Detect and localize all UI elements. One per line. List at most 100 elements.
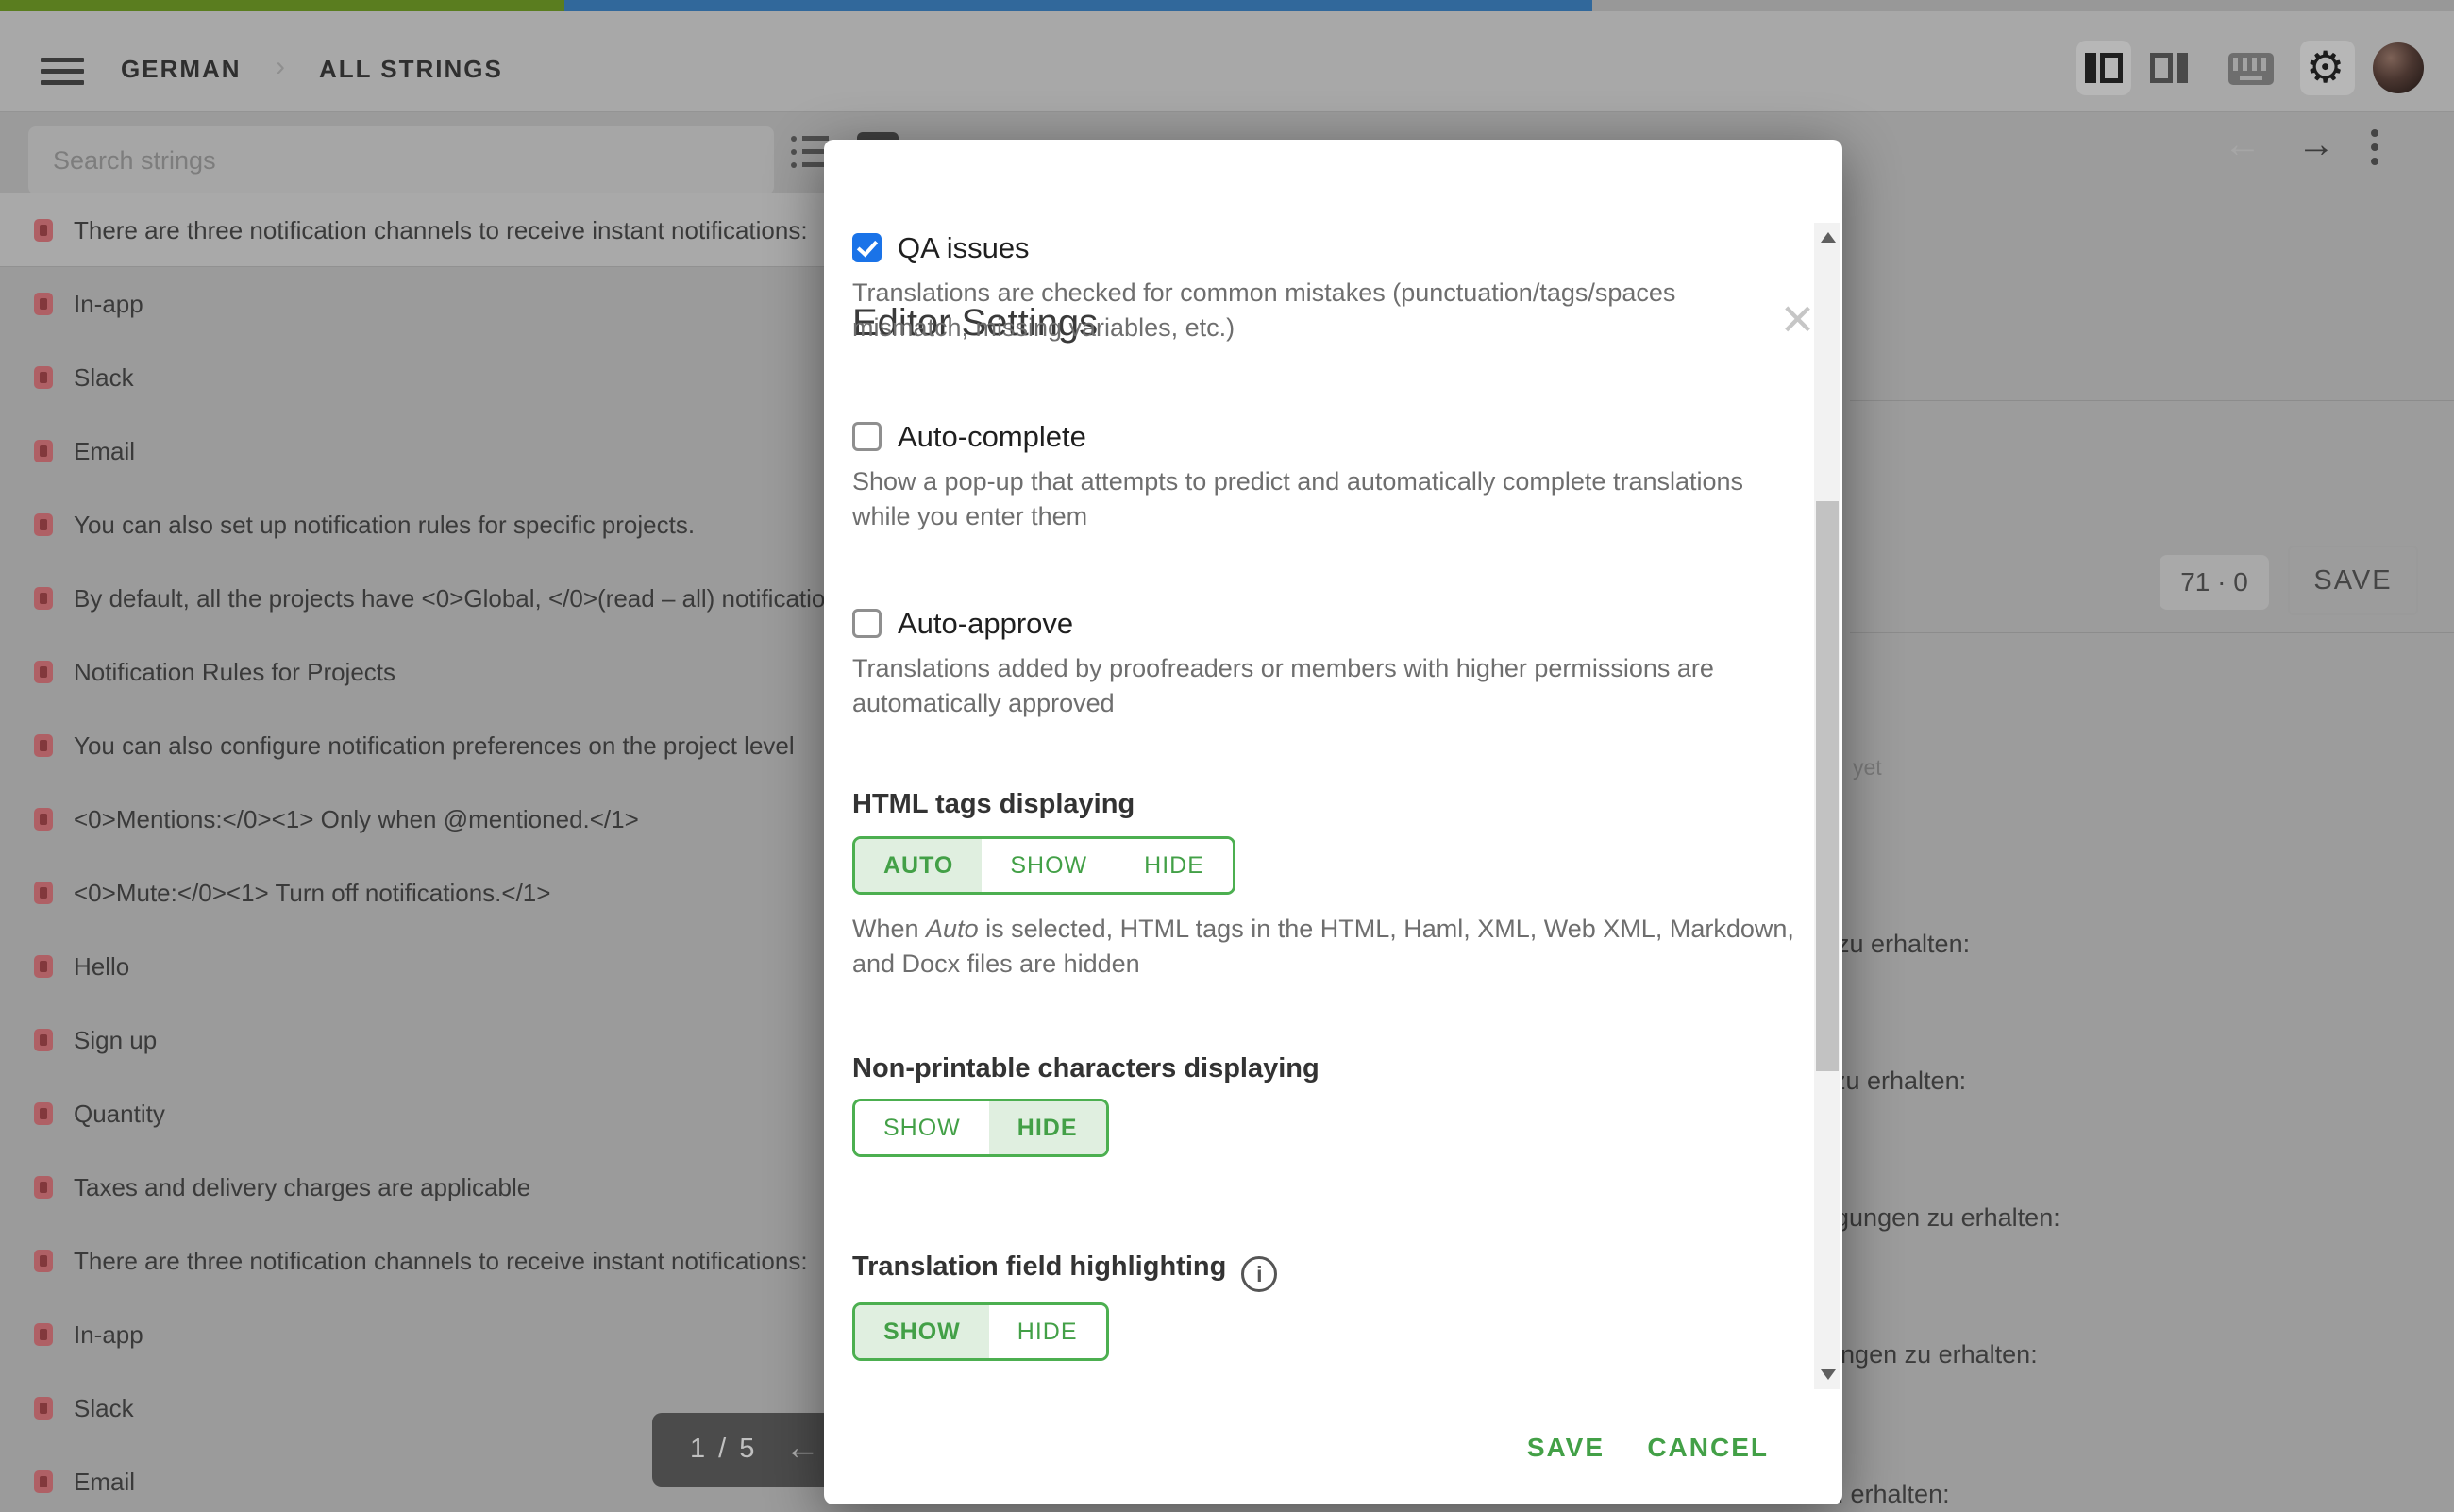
string-list-item[interactable]: By default, all the projects have <0>Glo… <box>0 562 949 635</box>
checkbox-unchecked-icon[interactable] <box>852 422 882 451</box>
string-text: Email <box>74 1468 135 1497</box>
background-text-fragment: zu erhalten: <box>1833 1067 1966 1096</box>
breadcrumb-section[interactable]: ALL STRINGS <box>319 55 503 84</box>
string-list-item[interactable]: Taxes and delivery charges are applicabl… <box>0 1151 949 1224</box>
untranslated-status-icon <box>34 882 53 904</box>
segment-option-hide[interactable]: HIDE <box>1116 839 1233 892</box>
modal-scrollbar[interactable] <box>1814 223 1840 1389</box>
untranslated-status-icon <box>34 513 53 536</box>
untranslated-status-icon <box>34 734 53 757</box>
left-panel-layout-icon[interactable] <box>2085 53 2123 83</box>
info-icon[interactable]: i <box>1241 1256 1277 1292</box>
page-indicator: 1 / 5 <box>690 1434 757 1465</box>
string-text: Email <box>74 437 135 466</box>
string-text: By default, all the projects have <0>Glo… <box>74 584 851 613</box>
progress-translated-segment <box>0 0 564 11</box>
untranslated-status-icon <box>34 661 53 683</box>
more-options-icon[interactable] <box>2371 129 2378 172</box>
segmented-control: AUTOSHOWHIDE <box>852 836 1235 895</box>
next-string-icon[interactable]: → <box>2297 126 2335 163</box>
string-text: Hello <box>74 952 129 982</box>
string-text: There are three notification channels to… <box>74 216 808 245</box>
string-list-item[interactable]: Quantity <box>0 1077 949 1151</box>
untranslated-status-icon <box>34 219 53 242</box>
segment-option-show[interactable]: SHOW <box>855 1305 989 1358</box>
segment-option-show[interactable]: SHOW <box>855 1101 989 1154</box>
string-text: In-app <box>74 1320 143 1350</box>
string-list-item[interactable]: Notification Rules for Projects <box>0 635 949 709</box>
untranslated-status-icon <box>34 366 53 389</box>
untranslated-status-icon <box>34 1323 53 1346</box>
background-text-fragment: zu erhalten: <box>1837 930 1970 959</box>
untranslated-status-icon <box>34 1176 53 1199</box>
string-text: You can also configure notification pref… <box>74 731 795 761</box>
background-text-fragment: gungen zu erhalten: <box>1812 1340 2038 1369</box>
string-list-item[interactable]: You can also configure notification pref… <box>0 709 949 782</box>
translation-progress-bar <box>0 0 2454 11</box>
string-text: <0>Mentions:</0><1> Only when @mentioned… <box>74 805 639 834</box>
checkbox-checked-icon[interactable] <box>852 233 882 262</box>
string-list-item[interactable]: Slack <box>0 341 949 414</box>
string-list-item[interactable]: Hello <box>0 930 949 1003</box>
untranslated-status-icon <box>34 1470 53 1493</box>
segment-option-hide[interactable]: HIDE <box>989 1101 1106 1154</box>
untranslated-status-icon <box>34 955 53 978</box>
strings-list: There are three notification channels to… <box>0 193 949 1512</box>
scroll-down-icon[interactable] <box>1821 1369 1836 1380</box>
section-header: Translation field highlightingi <box>852 1252 1277 1292</box>
untranslated-status-icon <box>34 808 53 831</box>
previous-page-icon[interactable]: ← <box>784 1428 820 1469</box>
string-list-item[interactable]: Sign up <box>0 1003 949 1077</box>
segment-option-show[interactable]: SHOW <box>982 839 1116 892</box>
untranslated-status-icon <box>34 440 53 462</box>
background-text-fragment: yet <box>1853 755 1882 781</box>
segment-option-hide[interactable]: HIDE <box>989 1305 1106 1358</box>
panel-divider <box>1850 400 2454 401</box>
string-text: There are three notification channels to… <box>74 1247 808 1276</box>
string-list-item[interactable]: Email <box>0 414 949 488</box>
right-panel-layout-icon[interactable] <box>2150 53 2188 83</box>
string-text: Quantity <box>74 1100 165 1129</box>
modal-save-button[interactable]: SAVE <box>1527 1433 1605 1463</box>
string-text: In-app <box>74 290 143 319</box>
checkbox-unchecked-icon[interactable] <box>852 609 882 638</box>
section-description: Show a pop-up that attempts to predict a… <box>852 464 1796 534</box>
previous-string-icon[interactable]: ← <box>2224 126 2261 163</box>
segment-option-auto[interactable]: AUTO <box>855 839 982 892</box>
breadcrumb-chevron-icon: › <box>276 51 285 83</box>
modal-cancel-button[interactable]: CANCEL <box>1647 1433 1769 1463</box>
untranslated-status-icon <box>34 1250 53 1272</box>
breadcrumb-language[interactable]: GERMAN <box>121 55 242 84</box>
string-list-item[interactable]: <0>Mentions:</0><1> Only when @mentioned… <box>0 782 949 856</box>
scroll-up-icon[interactable] <box>1821 232 1836 243</box>
segmented-control: SHOWHIDE <box>852 1302 1109 1361</box>
string-text: <0>Mute:</0><1> Turn off notifications.<… <box>74 879 550 908</box>
section-description: When Auto is selected, HTML tags in the … <box>852 912 1796 982</box>
string-list-item[interactable]: <0>Mute:</0><1> Turn off notifications.<… <box>0 856 949 930</box>
string-list-item[interactable]: There are three notification channels to… <box>0 193 949 267</box>
section-header: HTML tags displaying <box>852 789 1135 820</box>
char-counter-badge: 71 · 0 <box>2160 555 2269 610</box>
translation-save-button[interactable]: SAVE <box>2288 546 2418 615</box>
search-input[interactable] <box>28 126 774 194</box>
untranslated-status-icon <box>34 293 53 315</box>
string-text: Slack <box>74 1394 134 1423</box>
untranslated-status-icon <box>34 1397 53 1420</box>
string-list-item[interactable]: There are three notification channels to… <box>0 1224 949 1298</box>
string-list-item[interactable]: In-app <box>0 267 949 341</box>
checkbox-row[interactable]: QA issues <box>852 231 1796 269</box>
scrollbar-thumb[interactable] <box>1816 501 1839 1071</box>
segmented-control: SHOWHIDE <box>852 1099 1109 1157</box>
keyboard-shortcuts-icon[interactable] <box>2228 53 2274 85</box>
untranslated-status-icon <box>34 1102 53 1125</box>
checkbox-row[interactable]: Auto-complete <box>852 420 1796 458</box>
panel-divider <box>1850 632 2454 633</box>
string-list-item[interactable]: In-app <box>0 1298 949 1371</box>
checkbox-row[interactable]: Auto-approve <box>852 607 1796 645</box>
string-text: You can also set up notification rules f… <box>74 511 695 540</box>
gear-icon[interactable]: ⚙ <box>2306 45 2345 89</box>
string-list-item[interactable]: You can also set up notification rules f… <box>0 488 949 562</box>
untranslated-status-icon <box>34 587 53 610</box>
hamburger-menu-icon[interactable] <box>41 58 84 86</box>
avatar[interactable] <box>2373 42 2424 93</box>
